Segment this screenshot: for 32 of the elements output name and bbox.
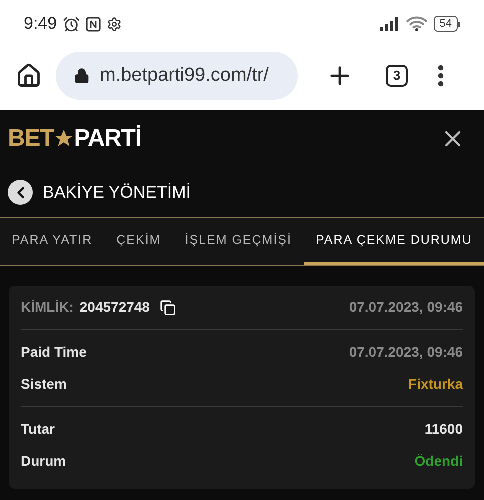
- row-label: Durum: [21, 452, 66, 470]
- wifi-icon: [406, 16, 428, 32]
- created-date: 07.07.2023, 09:46: [349, 298, 463, 317]
- logo: BET PARTİ: [8, 124, 142, 154]
- row-value: Ödendi: [414, 452, 463, 470]
- settings-icon: [107, 16, 122, 32]
- section-title: BAKİYE YÖNETİMİ: [43, 182, 192, 204]
- battery-icon: 54: [434, 16, 460, 32]
- tab[interactable]: İŞLEM GEÇMİŞİ: [173, 218, 304, 265]
- back-button[interactable]: [8, 180, 33, 205]
- status-time: 9:49: [24, 13, 58, 36]
- row-value: 11600: [424, 420, 463, 438]
- menu-icon[interactable]: [438, 65, 444, 87]
- row-label: Tutar: [21, 420, 55, 438]
- row-label: Paid Time: [21, 342, 87, 362]
- row-value: Fixturka: [408, 374, 463, 394]
- id-value: 204572748: [80, 298, 150, 317]
- tab[interactable]: PARA ÇEKME DURUMU: [304, 218, 484, 265]
- lock-icon: [74, 68, 90, 84]
- tab[interactable]: ÇEKİM: [104, 218, 174, 265]
- address-bar[interactable]: m.betparti99.com/tr/: [56, 52, 298, 100]
- copy-button[interactable]: [160, 300, 176, 316]
- tab[interactable]: PARA YATIR: [0, 218, 105, 265]
- tab-count-button[interactable]: 3: [386, 65, 408, 87]
- row-value: 07.07.2023, 09:46: [349, 342, 463, 362]
- alarm-icon: [63, 16, 80, 32]
- nfc-icon: [86, 16, 102, 32]
- url-text: m.betparti99.com/tr/: [100, 64, 269, 88]
- signal-icon: [380, 17, 400, 31]
- id-label: KİMLİK:: [21, 298, 74, 317]
- row-label: Sistem: [21, 374, 67, 394]
- home-button[interactable]: [16, 63, 42, 89]
